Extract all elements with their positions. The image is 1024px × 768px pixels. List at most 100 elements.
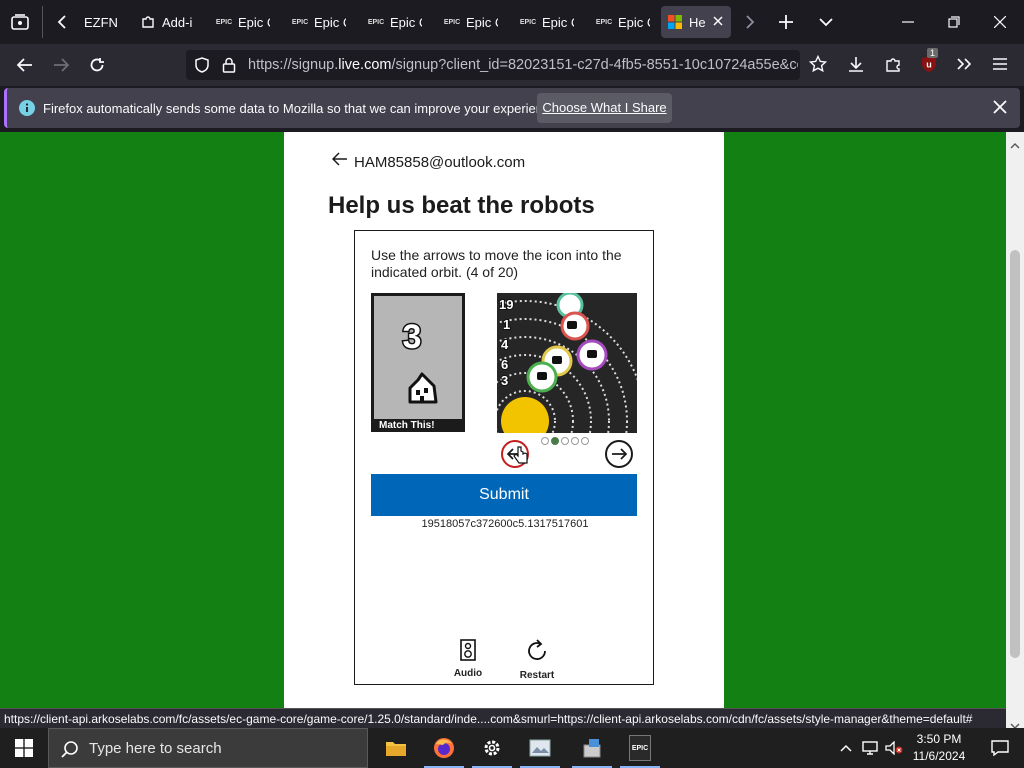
signup-card: HAM85858@outlook.com Help us beat the ro…	[284, 132, 724, 708]
extensions-puzzle-icon[interactable]	[881, 52, 905, 76]
epic-label: EPIC	[629, 735, 651, 761]
clock-date: 11/6/2024	[912, 749, 966, 763]
tracking-shield-icon[interactable]	[194, 57, 210, 78]
ublock-origin-icon[interactable]: u 1	[917, 48, 941, 76]
match-target-image: 3	[374, 296, 462, 419]
lock-icon[interactable]	[222, 57, 236, 78]
minimize-icon[interactable]	[896, 10, 920, 34]
tab-epic-2[interactable]: EPIC Epic C	[286, 6, 346, 38]
network-icon[interactable]	[858, 728, 882, 768]
photos-app-icon[interactable]	[516, 728, 564, 768]
page-dot	[581, 437, 589, 445]
restart-button[interactable]: Restart	[512, 639, 562, 681]
app-menu-hamburger-icon[interactable]	[988, 52, 1012, 76]
scroll-thumb[interactable]	[1010, 250, 1020, 658]
firefox-view-icon[interactable]	[8, 10, 32, 34]
file-explorer-icon[interactable]	[372, 728, 420, 768]
tab-epic-5[interactable]: EPIC Epic C	[514, 6, 574, 38]
choose-what-i-share-button[interactable]: Choose What I Share	[537, 93, 672, 123]
tab-label: Epic C	[542, 14, 574, 30]
building-icon	[408, 372, 438, 404]
forward-icon[interactable]	[48, 52, 74, 78]
status-bar-url: https://client-api.arkoselabs.com/fc/ass…	[0, 708, 1006, 728]
clock-time: 3:50 PM	[916, 732, 962, 746]
page-dot	[541, 437, 549, 445]
tab-addon[interactable]: Add-i	[134, 6, 196, 38]
windows-taskbar: Type here to search EPIC 3:50 PM 11/6/20…	[0, 728, 1024, 768]
orbit-puzzle-image: 19 1 4 6 3	[497, 293, 637, 433]
web-page: HAM85858@outlook.com Help us beat the ro…	[0, 132, 1006, 708]
epic-games-icon: EPIC	[215, 18, 233, 26]
tab-label: Epic C	[390, 14, 422, 30]
back-arrow-icon[interactable]	[331, 152, 348, 171]
tab-scroll-right-icon[interactable]	[738, 10, 762, 34]
tab-label: Add-i	[162, 14, 193, 30]
tab-ezfn[interactable]: EZFN	[78, 6, 132, 38]
start-button[interactable]	[0, 728, 48, 768]
epic-games-icon: EPIC	[519, 18, 537, 26]
more-tools-chevron-icon[interactable]	[952, 52, 976, 76]
show-hidden-icons-chevron-icon[interactable]	[834, 728, 858, 768]
orbit-number-label: 1	[503, 317, 510, 332]
puzzle-icon	[140, 14, 156, 30]
url-bar[interactable]: https://signup.live.com/signup?client_id…	[186, 50, 800, 80]
back-icon[interactable]	[12, 52, 38, 78]
firefox-taskbar-icon[interactable]	[420, 728, 468, 768]
hand-cursor-icon	[513, 445, 529, 470]
tab-scroll-left-icon[interactable]	[50, 10, 74, 34]
notification-text: Firefox automatically sends some data to…	[43, 101, 561, 116]
close-window-icon[interactable]	[988, 10, 1012, 34]
bookmark-star-icon[interactable]	[806, 52, 830, 76]
volume-muted-icon[interactable]	[882, 728, 906, 768]
tab-epic-1[interactable]: EPIC Epic C	[210, 6, 270, 38]
downloads-icon[interactable]	[844, 52, 868, 76]
tab-epic-4[interactable]: EPIC Epic C	[438, 6, 498, 38]
notifications-icon[interactable]	[976, 728, 1024, 768]
tab-epic-6[interactable]: EPIC Epic C	[590, 6, 650, 38]
orbit-number-label: 4	[501, 337, 509, 352]
telemetry-notification-bar: Firefox automatically sends some data to…	[4, 88, 1020, 128]
microsoft-logo-icon	[667, 14, 683, 30]
page-scrollbar[interactable]	[1006, 132, 1024, 729]
extension-badge: 1	[927, 48, 939, 58]
session-id: 19518057c372600c5.1317517601	[421, 518, 589, 530]
list-all-tabs-icon[interactable]	[814, 10, 838, 34]
page-dot	[551, 437, 559, 445]
tab-label: Epic C	[314, 14, 346, 30]
scroll-up-icon[interactable]	[1010, 136, 1020, 154]
search-icon	[61, 740, 79, 763]
settings-gear-icon[interactable]	[468, 728, 516, 768]
epic-games-icon: EPIC	[443, 18, 461, 26]
tab-microsoft-active[interactable]: He	[661, 6, 731, 38]
svg-text:u: u	[926, 60, 932, 70]
tab-label: Epic C	[466, 14, 498, 30]
audio-button[interactable]: Audio	[443, 639, 493, 679]
tab-label: He	[689, 14, 706, 30]
tab-label: Epic C	[238, 14, 270, 30]
restore-icon[interactable]	[942, 10, 966, 34]
tab-epic-3[interactable]: EPIC Epic C	[362, 6, 422, 38]
url-domain: live.com	[338, 57, 392, 73]
program-installer-icon[interactable]	[568, 728, 616, 768]
account-email: HAM85858@outlook.com	[354, 154, 526, 171]
epic-games-launcher-icon[interactable]: EPIC	[616, 728, 664, 768]
epic-games-icon: EPIC	[291, 18, 309, 26]
reload-icon[interactable]	[84, 52, 110, 78]
windows-logo-icon	[15, 739, 33, 757]
orbit-number-label: 3	[501, 373, 508, 388]
navigation-toolbar: https://signup.live.com/signup?client_id…	[0, 44, 1024, 86]
system-clock[interactable]: 3:50 PM 11/6/2024	[906, 731, 972, 765]
epic-games-icon: EPIC	[595, 18, 613, 26]
next-arrow-button[interactable]	[605, 440, 633, 468]
submit-button[interactable]: Submit	[371, 474, 637, 516]
close-notification-icon[interactable]	[993, 100, 1007, 119]
new-tab-icon[interactable]	[774, 10, 798, 34]
captcha-frame: Use the arrows to move the icon into the…	[354, 230, 654, 685]
close-tab-icon[interactable]	[713, 14, 723, 29]
match-this-label: Match This!	[379, 420, 435, 431]
taskbar-search-box[interactable]: Type here to search	[48, 728, 368, 768]
search-placeholder: Type here to search	[89, 740, 222, 757]
restart-label: Restart	[519, 670, 555, 681]
match-target-card: 3 Match This!	[371, 293, 465, 432]
page-dot	[561, 437, 569, 445]
